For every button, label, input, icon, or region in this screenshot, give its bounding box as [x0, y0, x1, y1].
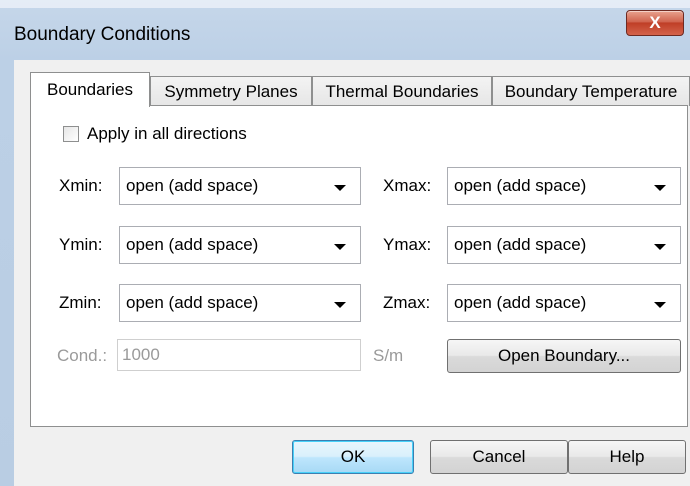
dialog-window: Boundary Conditions X Boundaries Symmetr…: [0, 0, 690, 486]
title-bar-highlight: [0, 0, 690, 8]
tab-thermal-boundaries[interactable]: Thermal Boundaries: [312, 76, 492, 106]
ymin-label: Ymin:: [59, 235, 103, 254]
ymax-label: Ymax:: [383, 235, 432, 254]
chevron-down-icon: [334, 244, 346, 250]
zmax-label: Zmax:: [383, 293, 431, 312]
xmin-select[interactable]: open (add space): [119, 167, 361, 205]
dialog-client-area: Boundaries Symmetry Planes Thermal Bound…: [14, 60, 690, 486]
zmax-select[interactable]: open (add space): [447, 284, 681, 322]
title-bar[interactable]: Boundary Conditions X: [0, 0, 690, 52]
ymin-value: open (add space): [126, 235, 259, 254]
tab-boundaries[interactable]: Boundaries: [30, 72, 150, 107]
chevron-down-icon: [334, 185, 346, 191]
tab-strip: Boundaries Symmetry Planes Thermal Bound…: [30, 72, 690, 107]
window-title: Boundary Conditions: [14, 24, 191, 45]
cond-input: 1000: [117, 339, 361, 371]
ymax-select[interactable]: open (add space): [447, 226, 681, 264]
xmax-value: open (add space): [454, 176, 587, 195]
cancel-button[interactable]: Cancel: [430, 440, 568, 474]
chevron-down-icon: [654, 185, 666, 191]
xmax-select[interactable]: open (add space): [447, 167, 681, 205]
chevron-down-icon: [654, 302, 666, 308]
tab-boundary-temperature[interactable]: Boundary Temperature: [492, 76, 690, 106]
chevron-down-icon: [334, 302, 346, 308]
zmax-value: open (add space): [454, 293, 587, 312]
zmin-value: open (add space): [126, 293, 259, 312]
apply-all-label: Apply in all directions: [87, 124, 247, 143]
cond-value: 1000: [122, 345, 160, 364]
ok-button[interactable]: OK: [292, 440, 414, 474]
apply-all-checkbox-row[interactable]: Apply in all directions: [63, 124, 247, 144]
cond-label: Cond.:: [57, 346, 108, 365]
xmax-label: Xmax:: [383, 176, 432, 195]
open-boundary-button[interactable]: Open Boundary...: [447, 339, 681, 373]
tab-panel-boundaries: Apply in all directions Xmin: open (add …: [30, 105, 688, 427]
apply-all-checkbox[interactable]: [63, 126, 79, 142]
window-left-border: [0, 60, 14, 486]
zmin-label: Zmin:: [59, 293, 102, 312]
cond-unit: S/m: [373, 346, 404, 365]
tab-symmetry-planes[interactable]: Symmetry Planes: [150, 76, 312, 106]
close-button[interactable]: X: [626, 10, 684, 36]
chevron-down-icon: [654, 244, 666, 250]
close-icon: X: [649, 13, 661, 32]
ymin-select[interactable]: open (add space): [119, 226, 361, 264]
zmin-select[interactable]: open (add space): [119, 284, 361, 322]
xmin-value: open (add space): [126, 176, 259, 195]
xmin-label: Xmin:: [59, 176, 103, 195]
help-button[interactable]: Help: [568, 440, 686, 474]
ymax-value: open (add space): [454, 235, 587, 254]
